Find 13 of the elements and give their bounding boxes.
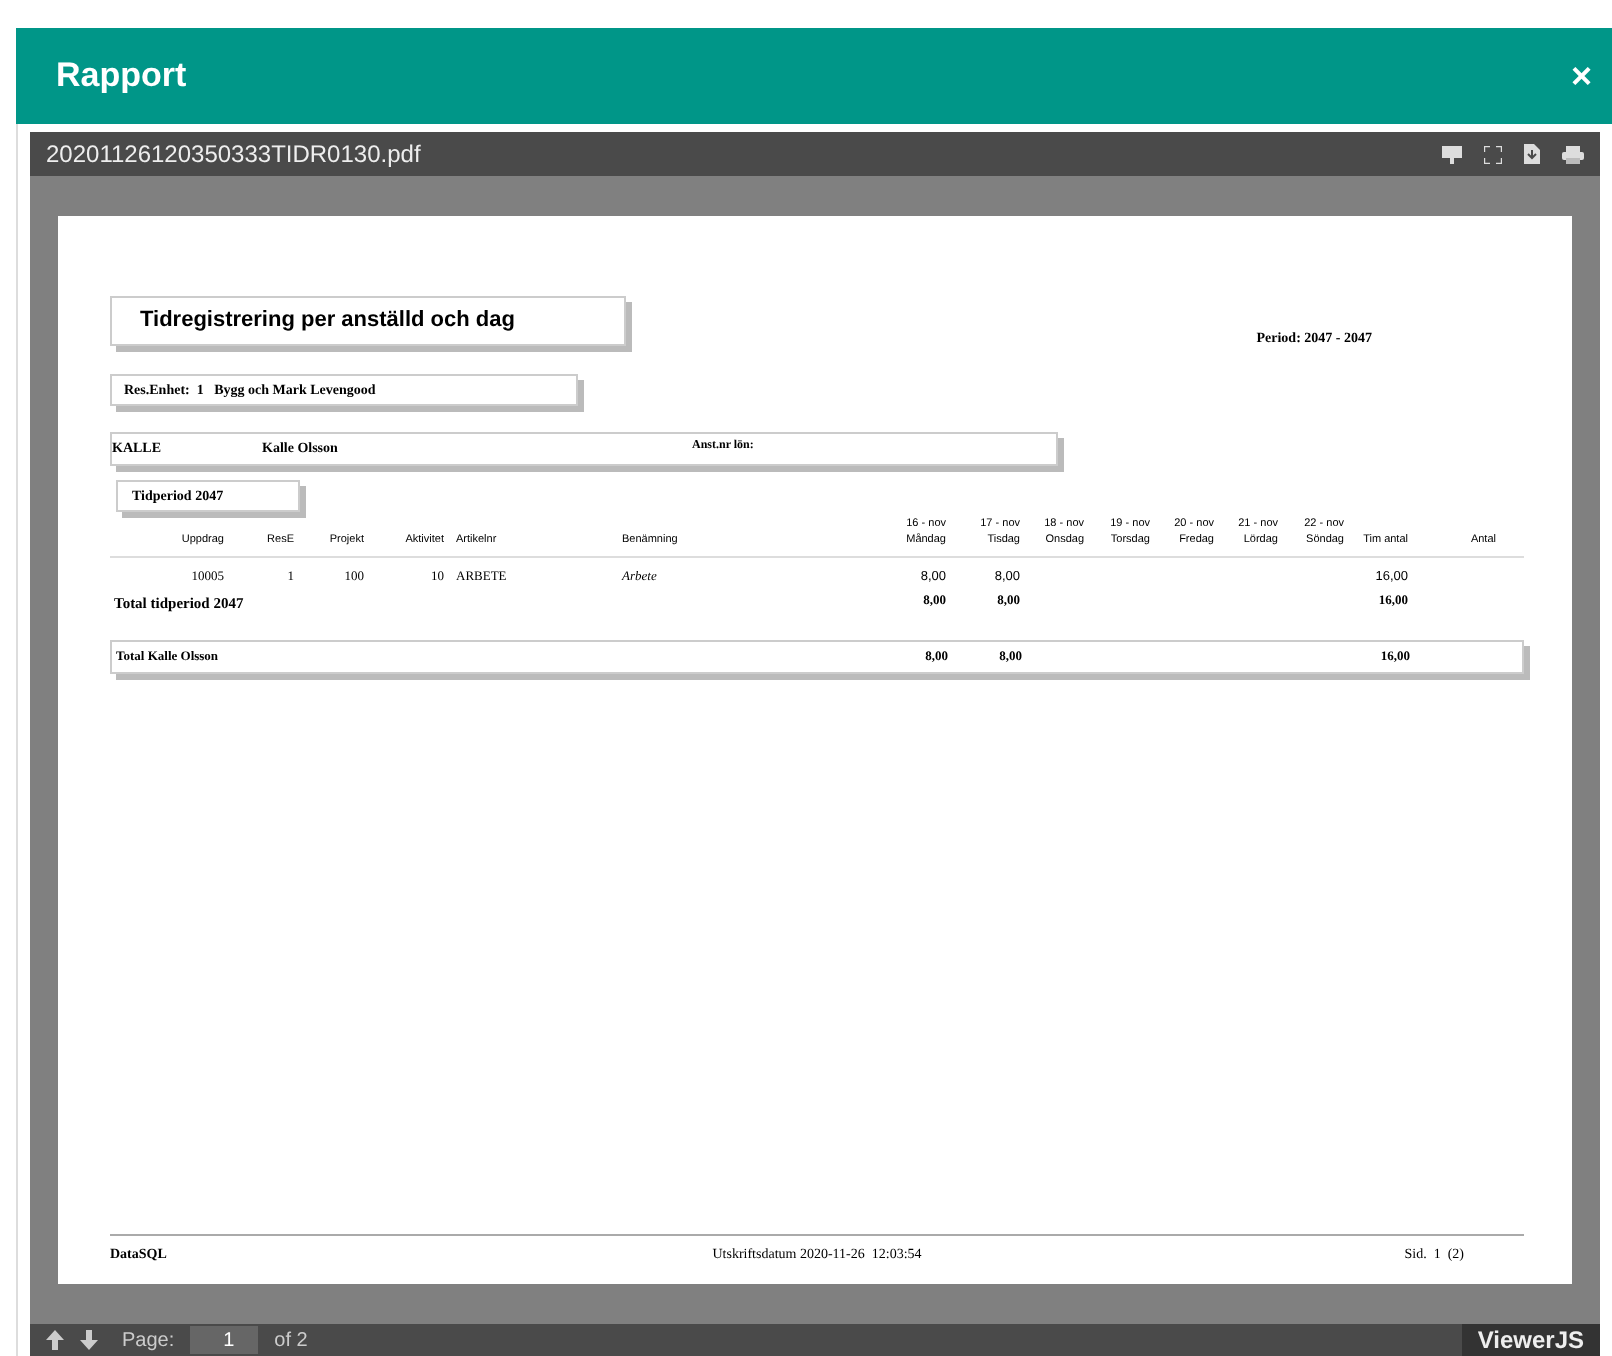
file-name: 20201126120350333TIDR0130.pdf (46, 138, 421, 172)
page-label: Page: (122, 1327, 175, 1355)
page-number-field[interactable]: 1 (190, 1326, 259, 1354)
close-button[interactable]: × (1566, 58, 1596, 94)
print-icon[interactable] (1562, 145, 1584, 163)
viewer-brand: ViewerJS (1461, 1324, 1600, 1356)
modal-title: Rapport (56, 54, 187, 99)
page-total: of 2 (274, 1327, 308, 1355)
fullscreen-icon[interactable] (1484, 145, 1502, 163)
down-arrow-icon[interactable] (80, 1330, 98, 1350)
presentation-icon[interactable] (1442, 145, 1462, 163)
up-arrow-icon[interactable] (46, 1330, 64, 1350)
download-icon[interactable] (1524, 144, 1540, 164)
